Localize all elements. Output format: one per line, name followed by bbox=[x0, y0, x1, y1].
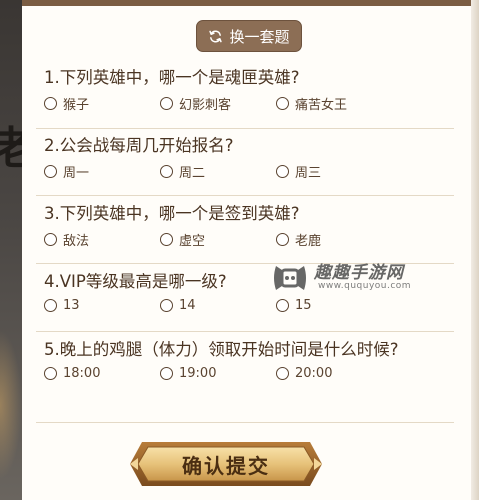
option-3c[interactable]: 老鹿 bbox=[276, 230, 321, 249]
option-label: 18:00 bbox=[63, 366, 101, 381]
option-label: 19:00 bbox=[179, 366, 217, 381]
radio-button[interactable] bbox=[276, 97, 289, 110]
option-4a[interactable]: 13 bbox=[44, 298, 80, 313]
radio-button[interactable] bbox=[276, 165, 289, 178]
divider bbox=[36, 195, 454, 196]
backdrop-ornament bbox=[0, 330, 22, 480]
divider bbox=[36, 128, 454, 129]
divider bbox=[36, 422, 454, 423]
question-text: 2.公会战每周几开始报名? bbox=[44, 136, 234, 155]
option-label: 幻影刺客 bbox=[179, 98, 232, 113]
question-3: 3.下列英雄中，哪一个是签到英雄? 敌法 虚空 老鹿 bbox=[44, 202, 454, 252]
new-quiz-label: 换一套题 bbox=[229, 27, 290, 46]
watermark-title: 趣趣手游网 bbox=[314, 263, 404, 283]
option-label: 周三 bbox=[295, 166, 322, 181]
option-5c[interactable]: 20:00 bbox=[276, 366, 332, 381]
radio-button[interactable] bbox=[276, 233, 289, 246]
option-label: 周二 bbox=[179, 166, 206, 181]
radio-button[interactable] bbox=[160, 299, 173, 312]
question-text: 5.晚上的鸡腿（体力）领取开始时间是什么时候? bbox=[44, 340, 399, 359]
option-label: 痛苦女王 bbox=[295, 98, 348, 113]
radio-button[interactable] bbox=[44, 165, 57, 178]
option-label: 敌法 bbox=[63, 234, 90, 249]
question-2: 2.公会战每周几开始报名? 周一 周二 周三 bbox=[44, 134, 454, 184]
radio-button[interactable] bbox=[44, 97, 57, 110]
radio-button[interactable] bbox=[160, 97, 173, 110]
option-1c[interactable]: 痛苦女王 bbox=[276, 94, 347, 113]
radio-button[interactable] bbox=[160, 165, 173, 178]
option-label: 15 bbox=[295, 298, 312, 313]
option-4b[interactable]: 14 bbox=[160, 298, 196, 313]
radio-button[interactable] bbox=[44, 299, 57, 312]
watermark-url: www.ququyou.com bbox=[318, 281, 412, 291]
radio-button[interactable] bbox=[276, 367, 289, 380]
question-text: 3.下列英雄中，哪一个是签到英雄? bbox=[44, 204, 300, 223]
radio-button[interactable] bbox=[160, 367, 173, 380]
option-label: 老鹿 bbox=[295, 234, 322, 249]
option-group: 猴子 幻影刺客 痛苦女王 bbox=[44, 94, 454, 116]
question-text: 1.下列英雄中，哪一个是魂匣英雄? bbox=[44, 68, 300, 87]
divider bbox=[36, 331, 454, 332]
option-2c[interactable]: 周三 bbox=[276, 162, 321, 181]
option-label: 13 bbox=[63, 298, 80, 313]
radio-button[interactable] bbox=[160, 233, 173, 246]
option-3a[interactable]: 敌法 bbox=[44, 230, 89, 249]
game-backdrop: 老 bbox=[0, 0, 36, 500]
option-group: 敌法 虚空 老鹿 bbox=[44, 230, 454, 252]
gamepad-logo-icon bbox=[274, 266, 306, 290]
option-label: 20:00 bbox=[295, 366, 333, 381]
option-4c[interactable]: 15 bbox=[276, 298, 312, 313]
option-3b[interactable]: 虚空 bbox=[160, 230, 205, 249]
option-label: 虚空 bbox=[179, 234, 206, 249]
option-label: 周一 bbox=[63, 166, 90, 181]
option-5a[interactable]: 18:00 bbox=[44, 366, 100, 381]
question-5: 5.晚上的鸡腿（体力）领取开始时间是什么时候? 18:00 19:00 20:0… bbox=[44, 338, 404, 388]
submit-button[interactable]: 确认提交 bbox=[128, 438, 324, 490]
option-2a[interactable]: 周一 bbox=[44, 162, 89, 181]
refresh-icon bbox=[208, 29, 223, 44]
radio-button[interactable] bbox=[44, 367, 57, 380]
option-1a[interactable]: 猴子 bbox=[44, 94, 89, 113]
option-label: 猴子 bbox=[63, 98, 90, 113]
option-group: 周一 周二 周三 bbox=[44, 162, 454, 184]
radio-button[interactable] bbox=[276, 299, 289, 312]
option-5b[interactable]: 19:00 bbox=[160, 366, 216, 381]
option-label: 14 bbox=[179, 298, 196, 313]
watermark: 趣趣手游网 www.ququyou.com bbox=[270, 256, 440, 300]
quiz-panel: 换一套题 1.下列英雄中，哪一个是魂匣英雄? 猴子 幻影刺客 痛苦女王 2.公会… bbox=[22, 0, 471, 500]
radio-button[interactable] bbox=[44, 233, 57, 246]
option-group: 18:00 19:00 20:00 bbox=[44, 366, 404, 388]
submit-label: 确认提交 bbox=[182, 453, 270, 478]
option-2b[interactable]: 周二 bbox=[160, 162, 205, 181]
option-group: 13 14 15 bbox=[44, 298, 454, 320]
option-1b[interactable]: 幻影刺客 bbox=[160, 94, 231, 113]
question-1: 1.下列英雄中，哪一个是魂匣英雄? 猴子 幻影刺客 痛苦女王 bbox=[44, 66, 454, 116]
window-edge bbox=[471, 0, 479, 500]
new-quiz-button[interactable]: 换一套题 bbox=[196, 20, 302, 52]
